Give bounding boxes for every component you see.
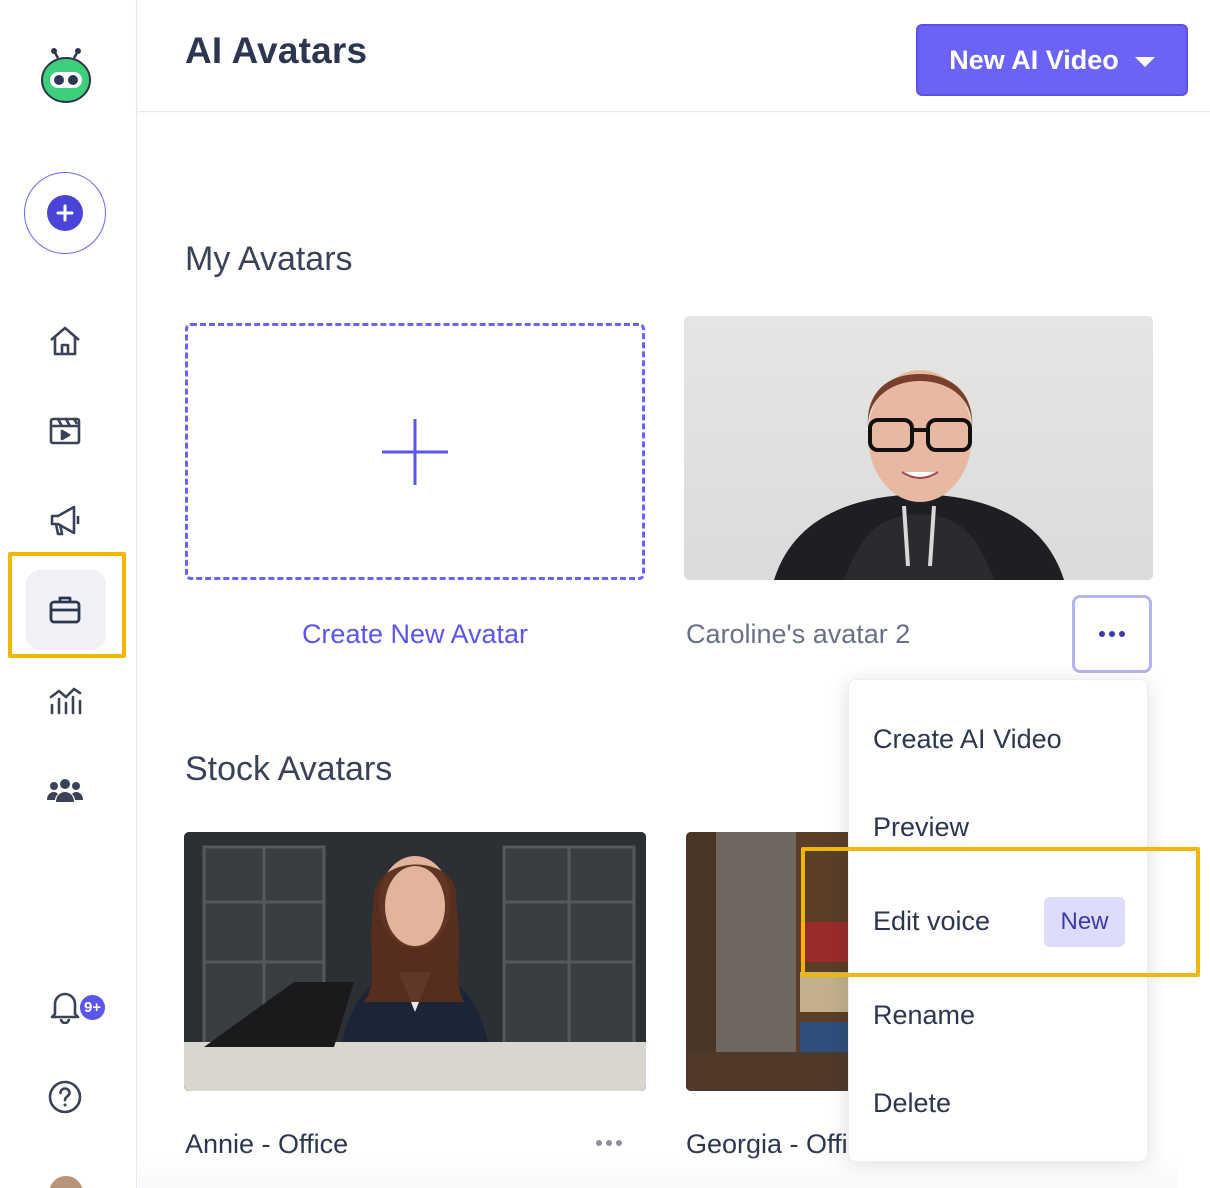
create-avatar-tile[interactable]	[185, 323, 645, 580]
highlight-box-sidebar	[8, 552, 126, 658]
avatar-thumbnail-caroline[interactable]	[684, 316, 1153, 580]
notification-badge: 9+	[78, 993, 107, 1022]
avatar-thumbnail-annie[interactable]	[184, 832, 646, 1091]
analytics-icon[interactable]	[42, 678, 88, 724]
help-icon[interactable]	[42, 1074, 88, 1120]
user-avatar[interactable]	[47, 1174, 85, 1188]
more-options-button[interactable]	[1072, 595, 1152, 673]
megaphone-icon[interactable]	[42, 497, 88, 543]
plus-icon	[47, 195, 83, 231]
new-ai-video-label: New AI Video	[949, 44, 1119, 75]
create-button[interactable]	[24, 172, 106, 254]
page-title: AI Avatars	[185, 30, 368, 71]
create-new-avatar-link[interactable]: Create New Avatar	[185, 619, 645, 650]
plus-icon	[382, 418, 448, 485]
menu-item-delete[interactable]: Delete	[873, 1088, 951, 1119]
more-horizontal-icon	[1099, 631, 1125, 637]
new-ai-video-button[interactable]: New AI Video	[916, 24, 1188, 96]
avatar-name: Caroline's avatar 2	[686, 619, 911, 649]
menu-item-create-ai-video[interactable]: Create AI Video	[873, 724, 1062, 755]
stock-avatars-heading: Stock Avatars	[185, 750, 393, 788]
menu-item-preview[interactable]: Preview	[873, 812, 969, 843]
sidebar: 9+	[0, 0, 137, 1188]
my-avatars-heading: My Avatars	[185, 240, 353, 278]
home-icon[interactable]	[42, 318, 88, 364]
avatar-name: Georgia - Office	[686, 1129, 848, 1159]
video-clapper-icon[interactable]	[42, 408, 88, 454]
chevron-down-icon	[1134, 57, 1155, 67]
menu-item-rename[interactable]: Rename	[873, 1000, 975, 1031]
avatar-name: Annie - Office	[185, 1129, 349, 1159]
team-icon[interactable]	[42, 767, 88, 813]
more-horizontal-icon	[596, 1140, 622, 1146]
more-options-button[interactable]	[596, 1140, 622, 1146]
robot-logo-icon[interactable]	[40, 48, 92, 104]
page-header: AI Avatars New AI Video	[138, 0, 1210, 112]
highlight-box-edit-voice	[801, 847, 1200, 977]
